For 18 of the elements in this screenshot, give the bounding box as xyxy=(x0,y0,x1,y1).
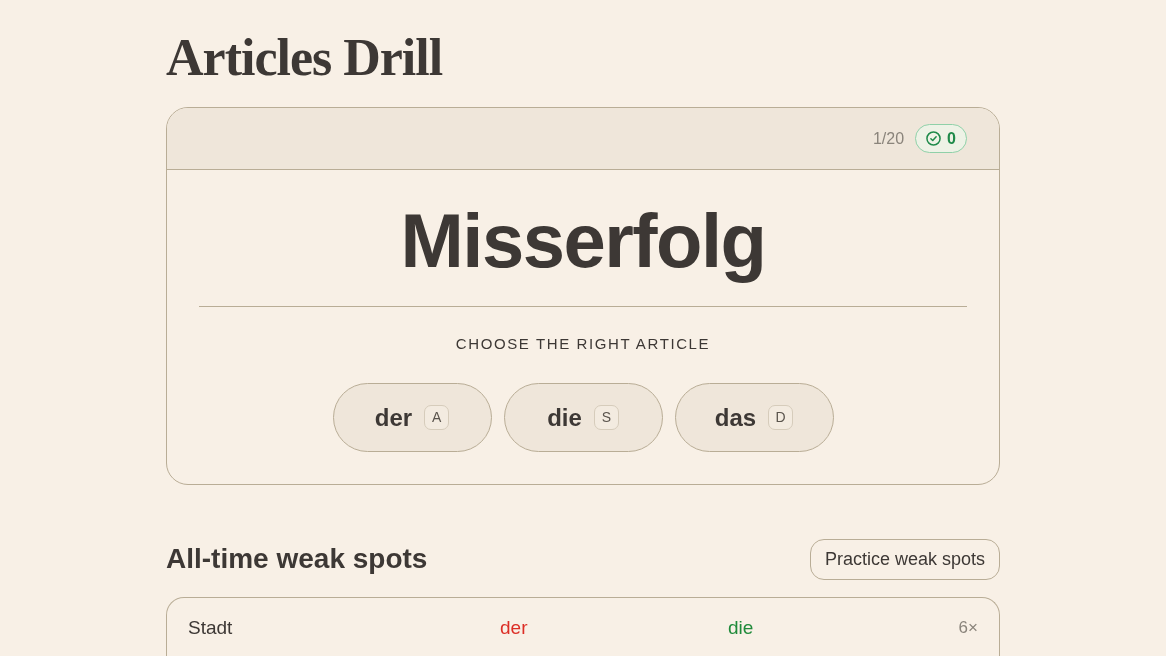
check-circle-icon xyxy=(926,131,942,146)
wrong-article-cell-text: der xyxy=(500,615,528,640)
article-option-button[interactable]: das D xyxy=(674,383,834,452)
shortcut-key: S xyxy=(593,405,619,430)
shortcut-key: A xyxy=(424,405,450,430)
mistake-count-cell-text: 6× xyxy=(958,617,978,640)
section-heading: All-time weak spots xyxy=(166,542,428,576)
article-option-button[interactable]: der A xyxy=(332,383,492,452)
word-cell-text: Stadt xyxy=(188,615,233,640)
quiz-word: Misserfolg xyxy=(400,197,766,285)
page-title: Articles Drill xyxy=(166,28,443,88)
prompt-text: CHOOSE THE RIGHT ARTICLE xyxy=(455,335,711,353)
article-option-button[interactable]: die S xyxy=(503,383,663,452)
correct-article-cell-text: die xyxy=(728,615,754,640)
shortcut-key: D xyxy=(768,405,794,430)
correct-count: 0 xyxy=(947,128,956,149)
practice-button[interactable]: Practice weak spots xyxy=(809,538,1000,580)
progress-counter: 1/20 xyxy=(872,128,905,149)
